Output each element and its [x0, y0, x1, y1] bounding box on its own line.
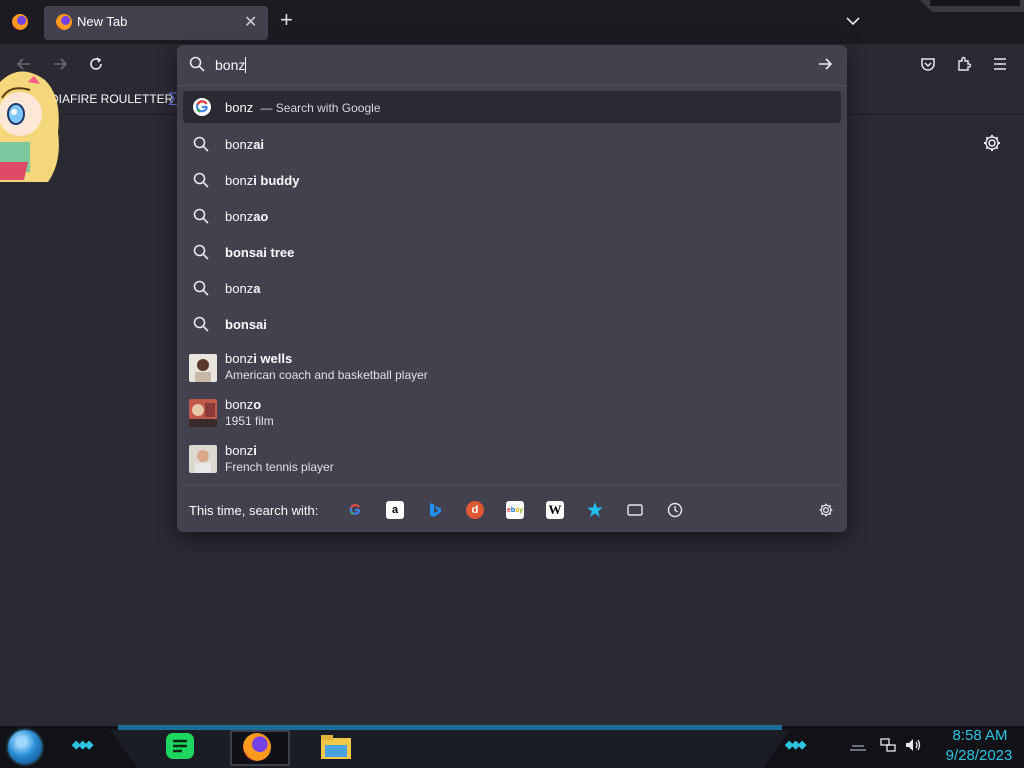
- anime-character-sticker-icon: [0, 71, 59, 182]
- suggestion-text: bonzai: [225, 137, 265, 152]
- ebay-icon[interactable]: ebay: [506, 501, 524, 519]
- search-icon: [193, 208, 209, 229]
- rich-suggestion-title: bonzi: [225, 443, 257, 458]
- search-icon: [193, 136, 209, 157]
- search-icon: [193, 280, 209, 301]
- search-icon: [193, 316, 209, 337]
- history-clock-icon[interactable]: [666, 501, 684, 519]
- notes-app-icon[interactable]: [166, 733, 194, 759]
- rich-suggestion-row[interactable]: bonzi French tennis player: [183, 439, 841, 481]
- rich-suggestion-description: 1951 film: [225, 414, 274, 428]
- suggestion-text: bonsai: [225, 317, 267, 332]
- search-with-google-row[interactable]: bonz — Search with Google: [183, 91, 841, 123]
- suggestion-row[interactable]: bonzi buddy: [183, 165, 841, 195]
- go-arrow-icon[interactable]: [817, 56, 833, 77]
- suggestion-row[interactable]: bonsai: [183, 309, 841, 339]
- address-bar-popup: bonz — Search with Google bonzai bonzi b…: [177, 45, 847, 532]
- clock-date[interactable]: 9/28/2023: [934, 747, 1024, 764]
- clock-time[interactable]: 8:58 AM: [936, 727, 1024, 744]
- new-tab-button[interactable]: +: [280, 9, 293, 31]
- search-icon: [193, 172, 209, 193]
- gear-icon[interactable]: [982, 133, 1002, 158]
- extensions-icon[interactable]: [952, 52, 976, 76]
- address-input[interactable]: [215, 55, 795, 75]
- close-icon[interactable]: ✕: [244, 12, 257, 32]
- taskbar-dock: [110, 730, 790, 768]
- tray-overflow-icon[interactable]: [848, 739, 868, 757]
- suggestion-row[interactable]: bonsai tree: [183, 237, 841, 267]
- film-thumbnail-icon: [189, 399, 217, 427]
- rich-suggestion-description: French tennis player: [225, 460, 334, 474]
- bookmark-diafire-roulette[interactable]: DIAFIRE ROULETTER: [50, 92, 173, 106]
- text-caret: [245, 57, 246, 73]
- file-explorer-icon[interactable]: [320, 734, 352, 760]
- bookmarks-star-icon[interactable]: ★: [586, 500, 604, 520]
- hamburger-menu-icon[interactable]: [988, 52, 1012, 76]
- rich-suggestion-row[interactable]: bonzo 1951 film: [183, 393, 841, 435]
- rich-suggestion-title: bonzo: [225, 397, 262, 412]
- firefox-taskbar-icon[interactable]: [243, 733, 271, 761]
- search-icon: [189, 56, 205, 77]
- suggestion-text: bonzao: [225, 209, 269, 224]
- divider: [183, 485, 841, 486]
- google-icon[interactable]: [346, 501, 364, 519]
- google-icon: [193, 98, 211, 121]
- pocket-icon[interactable]: [916, 52, 940, 76]
- volume-icon[interactable]: [904, 737, 922, 758]
- chevron-down-icon[interactable]: [844, 12, 862, 35]
- one-off-search-label: This time, search with:: [189, 503, 319, 518]
- rich-suggestion-title: bonzi wells: [225, 351, 293, 366]
- suggestion-text: bonsai tree: [225, 245, 295, 260]
- duckduckgo-icon[interactable]: d: [466, 501, 484, 519]
- taskbar-glow: [118, 725, 782, 730]
- reload-icon[interactable]: [84, 52, 108, 76]
- person-thumbnail-icon: [189, 445, 217, 473]
- rich-suggestion-row[interactable]: bonzi wells American coach and basketbal…: [183, 347, 841, 389]
- search-icon: [193, 244, 209, 265]
- rich-suggestion-description: American coach and basketball player: [225, 368, 428, 382]
- suggestion-row[interactable]: bonzao: [183, 201, 841, 231]
- start-button[interactable]: [8, 730, 42, 764]
- bing-icon[interactable]: [426, 501, 444, 519]
- tab-favicon-icon: [56, 14, 72, 30]
- tab-title: New Tab: [77, 14, 128, 29]
- search-row-suffix: — Search with Google: [260, 101, 381, 115]
- search-settings-gear-icon[interactable]: [817, 501, 835, 519]
- search-row-text: bonz — Search with Google: [225, 100, 381, 115]
- taskbar-decoration-icon: ◆◆◆: [785, 739, 806, 751]
- suggestion-row[interactable]: bonzai: [183, 129, 841, 159]
- firefox-menu-icon[interactable]: [12, 14, 28, 30]
- suggestion-text: bonza: [225, 281, 261, 296]
- address-bar[interactable]: [177, 45, 847, 86]
- network-icon[interactable]: [880, 737, 896, 758]
- taskbar-decoration-icon: ◆◆◆: [72, 739, 93, 751]
- tabstrip-decoration-inner: [930, 0, 1020, 6]
- tabs-icon[interactable]: [626, 501, 644, 519]
- suggestion-row[interactable]: bonza: [183, 273, 841, 303]
- person-thumbnail-icon: [189, 354, 217, 382]
- wikipedia-icon[interactable]: W: [546, 501, 564, 519]
- amazon-icon[interactable]: a: [386, 501, 404, 519]
- suggestion-text: bonzi buddy: [225, 173, 300, 188]
